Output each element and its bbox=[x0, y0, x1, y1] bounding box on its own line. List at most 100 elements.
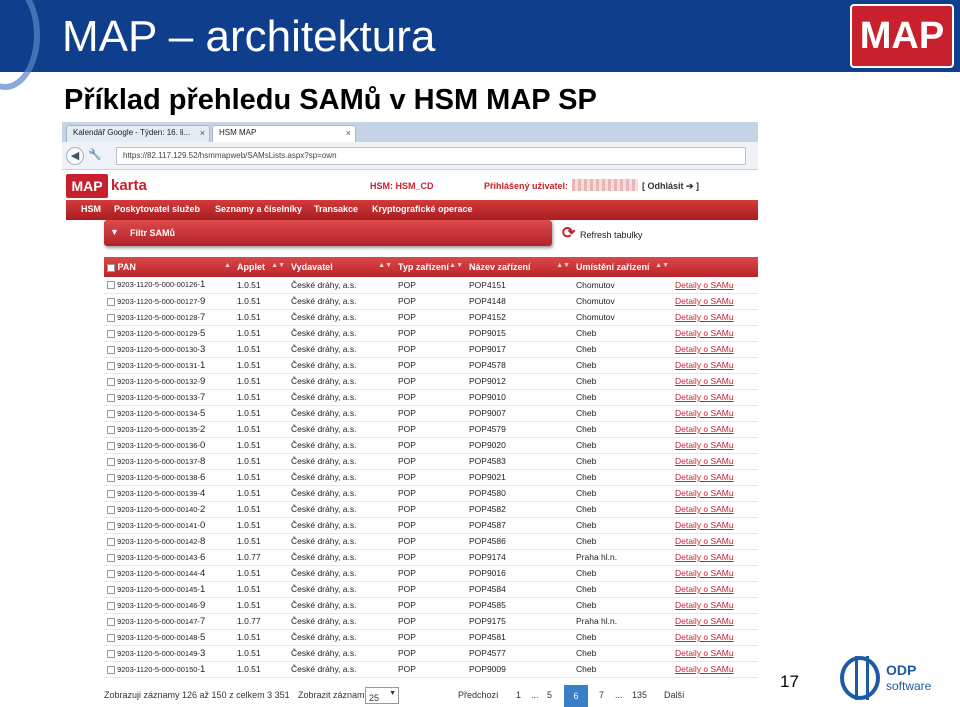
row-checkbox[interactable] bbox=[107, 537, 115, 546]
detail-cell: Detaily o SAMu bbox=[672, 501, 758, 518]
detail-link[interactable]: Detaily o SAMu bbox=[675, 536, 734, 546]
umisteni-cell: Cheb bbox=[573, 581, 672, 598]
row-checkbox[interactable] bbox=[107, 361, 115, 370]
detail-link[interactable]: Detaily o SAMu bbox=[675, 552, 734, 562]
detail-link[interactable]: Detaily o SAMu bbox=[675, 600, 734, 610]
vydavatel-cell: České dráhy, a.s. bbox=[288, 277, 395, 294]
nazev-cell: POP4582 bbox=[466, 501, 573, 518]
detail-link[interactable]: Detaily o SAMu bbox=[675, 328, 734, 338]
nazev-cell: POP4152 bbox=[466, 309, 573, 326]
detail-link[interactable]: Detaily o SAMu bbox=[675, 504, 734, 514]
pager-prev[interactable]: Předchozí bbox=[458, 690, 499, 700]
row-checkbox[interactable] bbox=[107, 521, 115, 530]
page-size-select[interactable]: 25 ▼ bbox=[365, 687, 399, 704]
row-checkbox[interactable] bbox=[107, 489, 115, 498]
row-checkbox[interactable] bbox=[107, 297, 115, 306]
column-header-vydavatel[interactable]: Vydavatel ▲▼ bbox=[288, 257, 395, 277]
menu-item-transakce[interactable]: Transakce bbox=[314, 204, 358, 214]
pager-next[interactable]: Další bbox=[664, 690, 685, 700]
detail-link[interactable]: Detaily o SAMu bbox=[675, 408, 734, 418]
column-header-typ[interactable]: Typ zařízení ▲▼ bbox=[395, 257, 466, 277]
detail-link[interactable]: Detaily o SAMu bbox=[675, 456, 734, 466]
page-size-label: Zobrazit záznamů bbox=[298, 690, 370, 700]
sort-icon[interactable]: ▲ bbox=[224, 262, 231, 269]
pager-page-135[interactable]: 135 bbox=[632, 690, 647, 700]
row-checkbox[interactable] bbox=[107, 345, 115, 354]
detail-link[interactable]: Detaily o SAMu bbox=[675, 472, 734, 482]
typ-cell: POP bbox=[395, 645, 466, 662]
detail-link[interactable]: Detaily o SAMu bbox=[675, 584, 734, 594]
detail-link[interactable]: Detaily o SAMu bbox=[675, 344, 734, 354]
row-checkbox[interactable] bbox=[107, 553, 115, 562]
column-header-umisteni[interactable]: Umístění zařízení ▲▼ bbox=[573, 257, 672, 277]
row-checkbox[interactable] bbox=[107, 313, 115, 322]
detail-link[interactable]: Detaily o SAMu bbox=[675, 664, 734, 674]
pager-page-1[interactable]: 1 bbox=[516, 690, 521, 700]
detail-link[interactable]: Detaily o SAMu bbox=[675, 376, 734, 386]
row-checkbox[interactable] bbox=[107, 665, 115, 674]
browser-tab-hsm-map[interactable]: HSM MAP × bbox=[212, 125, 356, 142]
nazev-cell: POP9175 bbox=[466, 613, 573, 630]
applet-cell: 1.0.51 bbox=[234, 405, 288, 422]
sort-icon[interactable]: ▲▼ bbox=[556, 262, 570, 269]
row-checkbox[interactable] bbox=[107, 585, 115, 594]
row-checkbox[interactable] bbox=[107, 601, 115, 610]
pan-cell: 9203-1120-5-000-00135-2 bbox=[104, 421, 234, 438]
detail-link[interactable]: Detaily o SAMu bbox=[675, 632, 734, 642]
detail-link[interactable]: Detaily o SAMu bbox=[675, 616, 734, 626]
detail-link[interactable]: Detaily o SAMu bbox=[675, 440, 734, 450]
row-checkbox[interactable] bbox=[107, 377, 115, 386]
detail-link[interactable]: Detaily o SAMu bbox=[675, 312, 734, 322]
detail-link[interactable]: Detaily o SAMu bbox=[675, 648, 734, 658]
detail-link[interactable]: Detaily o SAMu bbox=[675, 280, 734, 290]
wrench-icon[interactable]: 🔧 bbox=[86, 147, 104, 165]
detail-link[interactable]: Detaily o SAMu bbox=[675, 296, 734, 306]
close-icon[interactable]: × bbox=[200, 128, 205, 138]
detail-link[interactable]: Detaily o SAMu bbox=[675, 392, 734, 402]
detail-link[interactable]: Detaily o SAMu bbox=[675, 360, 734, 370]
pager: Zobrazuji záznamy 126 až 150 z celkem 3 … bbox=[104, 685, 758, 707]
row-checkbox[interactable] bbox=[107, 505, 115, 514]
sort-icon[interactable]: ▲▼ bbox=[271, 262, 285, 269]
typ-cell: POP bbox=[395, 517, 466, 534]
menu-item-hsm[interactable]: HSM bbox=[81, 204, 101, 214]
row-checkbox[interactable] bbox=[107, 617, 115, 626]
address-bar[interactable]: https://82.117.129.52/hsmmapweb/SAMsList… bbox=[116, 147, 746, 165]
pager-page-current[interactable]: 6 bbox=[564, 685, 588, 707]
row-checkbox[interactable] bbox=[107, 409, 115, 418]
column-header-nazev[interactable]: Název zařízení ▲▼ bbox=[466, 257, 573, 277]
row-checkbox[interactable] bbox=[107, 569, 115, 578]
column-header-pan[interactable]: PAN ▲ bbox=[104, 257, 234, 277]
sort-icon[interactable]: ▲▼ bbox=[449, 262, 463, 269]
sort-icon[interactable]: ▲▼ bbox=[378, 262, 392, 269]
typ-cell: POP bbox=[395, 469, 466, 486]
row-checkbox[interactable] bbox=[107, 473, 115, 482]
menu-item-kryptograficke[interactable]: Kryptografické operace bbox=[372, 204, 473, 214]
row-checkbox[interactable] bbox=[107, 457, 115, 466]
menu-item-seznamy[interactable]: Seznamy a číselníky bbox=[215, 204, 302, 214]
detail-link[interactable]: Detaily o SAMu bbox=[675, 488, 734, 498]
select-all-checkbox[interactable] bbox=[107, 263, 115, 272]
browser-tab-calendar[interactable]: Kalendář Google - Týden: 16. li... × bbox=[66, 125, 210, 142]
close-icon[interactable]: × bbox=[346, 128, 351, 138]
menu-item-poskytovatel[interactable]: Poskytovatel služeb bbox=[114, 204, 200, 214]
filter-toggle[interactable]: ▼ Filtr SAMů bbox=[104, 220, 552, 246]
row-checkbox[interactable] bbox=[107, 393, 115, 402]
detail-link[interactable]: Detaily o SAMu bbox=[675, 520, 734, 530]
detail-link[interactable]: Detaily o SAMu bbox=[675, 568, 734, 578]
logout-link[interactable]: [ Odhlásit ➔ ] bbox=[642, 181, 699, 192]
row-checkbox[interactable] bbox=[107, 425, 115, 434]
row-checkbox[interactable] bbox=[107, 281, 115, 290]
pager-page-7[interactable]: 7 bbox=[599, 690, 604, 700]
row-checkbox[interactable] bbox=[107, 441, 115, 450]
back-icon[interactable]: ◀ bbox=[66, 147, 84, 165]
detail-link[interactable]: Detaily o SAMu bbox=[675, 424, 734, 434]
pan-cell: 9203-1120-5-000-00139-4 bbox=[104, 485, 234, 502]
sort-icon[interactable]: ▲▼ bbox=[655, 262, 669, 269]
row-checkbox[interactable] bbox=[107, 329, 115, 338]
pager-page-5[interactable]: 5 bbox=[547, 690, 552, 700]
pan-check-digit: 5 bbox=[199, 407, 206, 419]
column-header-applet[interactable]: Applet ▲▼ bbox=[234, 257, 288, 277]
row-checkbox[interactable] bbox=[107, 649, 115, 658]
row-checkbox[interactable] bbox=[107, 633, 115, 642]
